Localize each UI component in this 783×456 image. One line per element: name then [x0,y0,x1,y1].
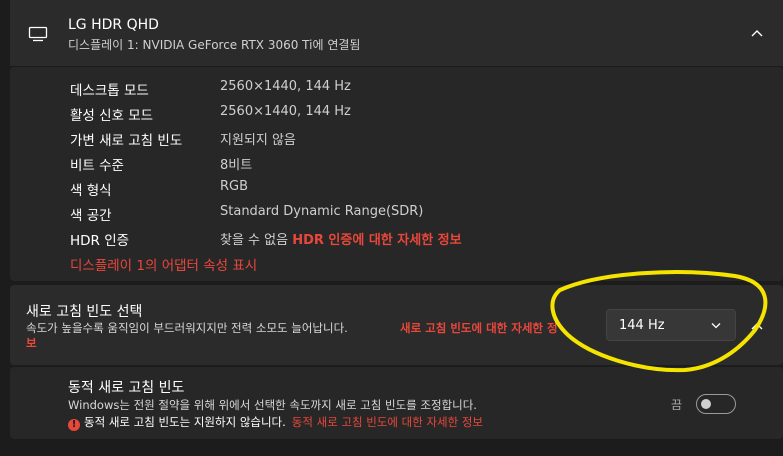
detail-label: 색 형식 [70,183,112,199]
refresh-rate-info-link[interactable]: 새로 고침 빈도에 대한 자세한 정 [400,320,558,336]
detail-value: 8비트 [220,158,253,173]
chevron-up-icon[interactable] [750,28,764,38]
display-name: LG HDR QHD [68,17,159,33]
detail-label: 데스크톱 모드 [70,83,149,99]
refresh-rate-selected: 144 Hz [619,318,665,333]
dynamic-refresh-toggle[interactable] [696,394,736,414]
chevron-down-icon [711,323,721,329]
refresh-rate-description: 속도가 높을수록 움직임이 부드러워지지만 전력 소모도 늘어납니다. [26,321,348,335]
dynamic-refresh-warning: ! 동적 새로 고침 빈도는 지원하지 않습니다. 동적 새로 고침 빈도에 대한 … [68,414,483,431]
refresh-rate-card: 새로 고침 빈도 선택 속도가 높을수록 움직임이 부드러워지지만 전력 소모도… [10,285,783,365]
dynamic-refresh-description: Windows는 전원 절약을 위해 위에서 선택한 속도까지 새로 고침 빈도… [68,398,477,412]
warning-text: 동적 새로 고침 빈도는 지원하지 않습니다. [84,415,286,429]
refresh-rate-dropdown[interactable]: 144 Hz [606,309,736,341]
detail-value: 지원되지 않음 [220,133,296,148]
detail-label: HDR 인증 [70,233,130,249]
display-header-card[interactable]: LG HDR QHD 디스플레이 1: NVIDIA GeForce RTX 3… [10,0,783,66]
display-details-panel: 데스크톱 모드 2560×1440, 144 Hz 활성 신호 모드 2560×… [10,67,783,281]
toggle-knob [701,399,711,409]
dynamic-refresh-info-link[interactable]: 동적 새로 고침 빈도에 대한 자세한 정보 [292,415,483,429]
detail-label: 색 공간 [70,208,112,224]
refresh-rate-title: 새로 고침 빈도 선택 [26,304,143,320]
detail-label: 활성 신호 모드 [70,108,154,124]
error-icon: ! [68,419,80,431]
detail-value: RGB [220,179,249,194]
detail-label: 가변 새로 고침 빈도 [70,133,183,149]
dynamic-refresh-card: 동적 새로 고침 빈도 Windows는 전원 절약을 위해 위에서 선택한 속… [10,367,783,439]
hdr-cert-info-link[interactable]: HDR 인증에 대한 자세한 정보 [292,233,461,248]
refresh-rate-info-link-wrap[interactable]: 보 [26,335,37,351]
chevron-up-icon[interactable] [750,321,764,331]
hdr-cert-value: 찾을 수 없음 [220,233,289,248]
detail-value: 2560×1440, 144 Hz [220,104,351,119]
detail-value: Standard Dynamic Range(SDR) [220,204,424,219]
monitor-icon [28,26,48,42]
display-subtitle: 디스플레이 1: NVIDIA GeForce RTX 3060 Ti에 연결됨 [68,38,361,52]
detail-value: 2560×1440, 144 Hz [220,79,351,94]
dynamic-refresh-title: 동적 새로 고침 빈도 [68,380,185,396]
detail-label: 비트 수준 [70,158,124,174]
detail-value: 찾을 수 없음 HDR 인증에 대한 자세한 정보 [220,229,462,248]
adapter-properties-link[interactable]: 디스플레이 1의 어댑터 속성 표시 [70,254,257,274]
toggle-state-label: 끔 [671,398,683,412]
